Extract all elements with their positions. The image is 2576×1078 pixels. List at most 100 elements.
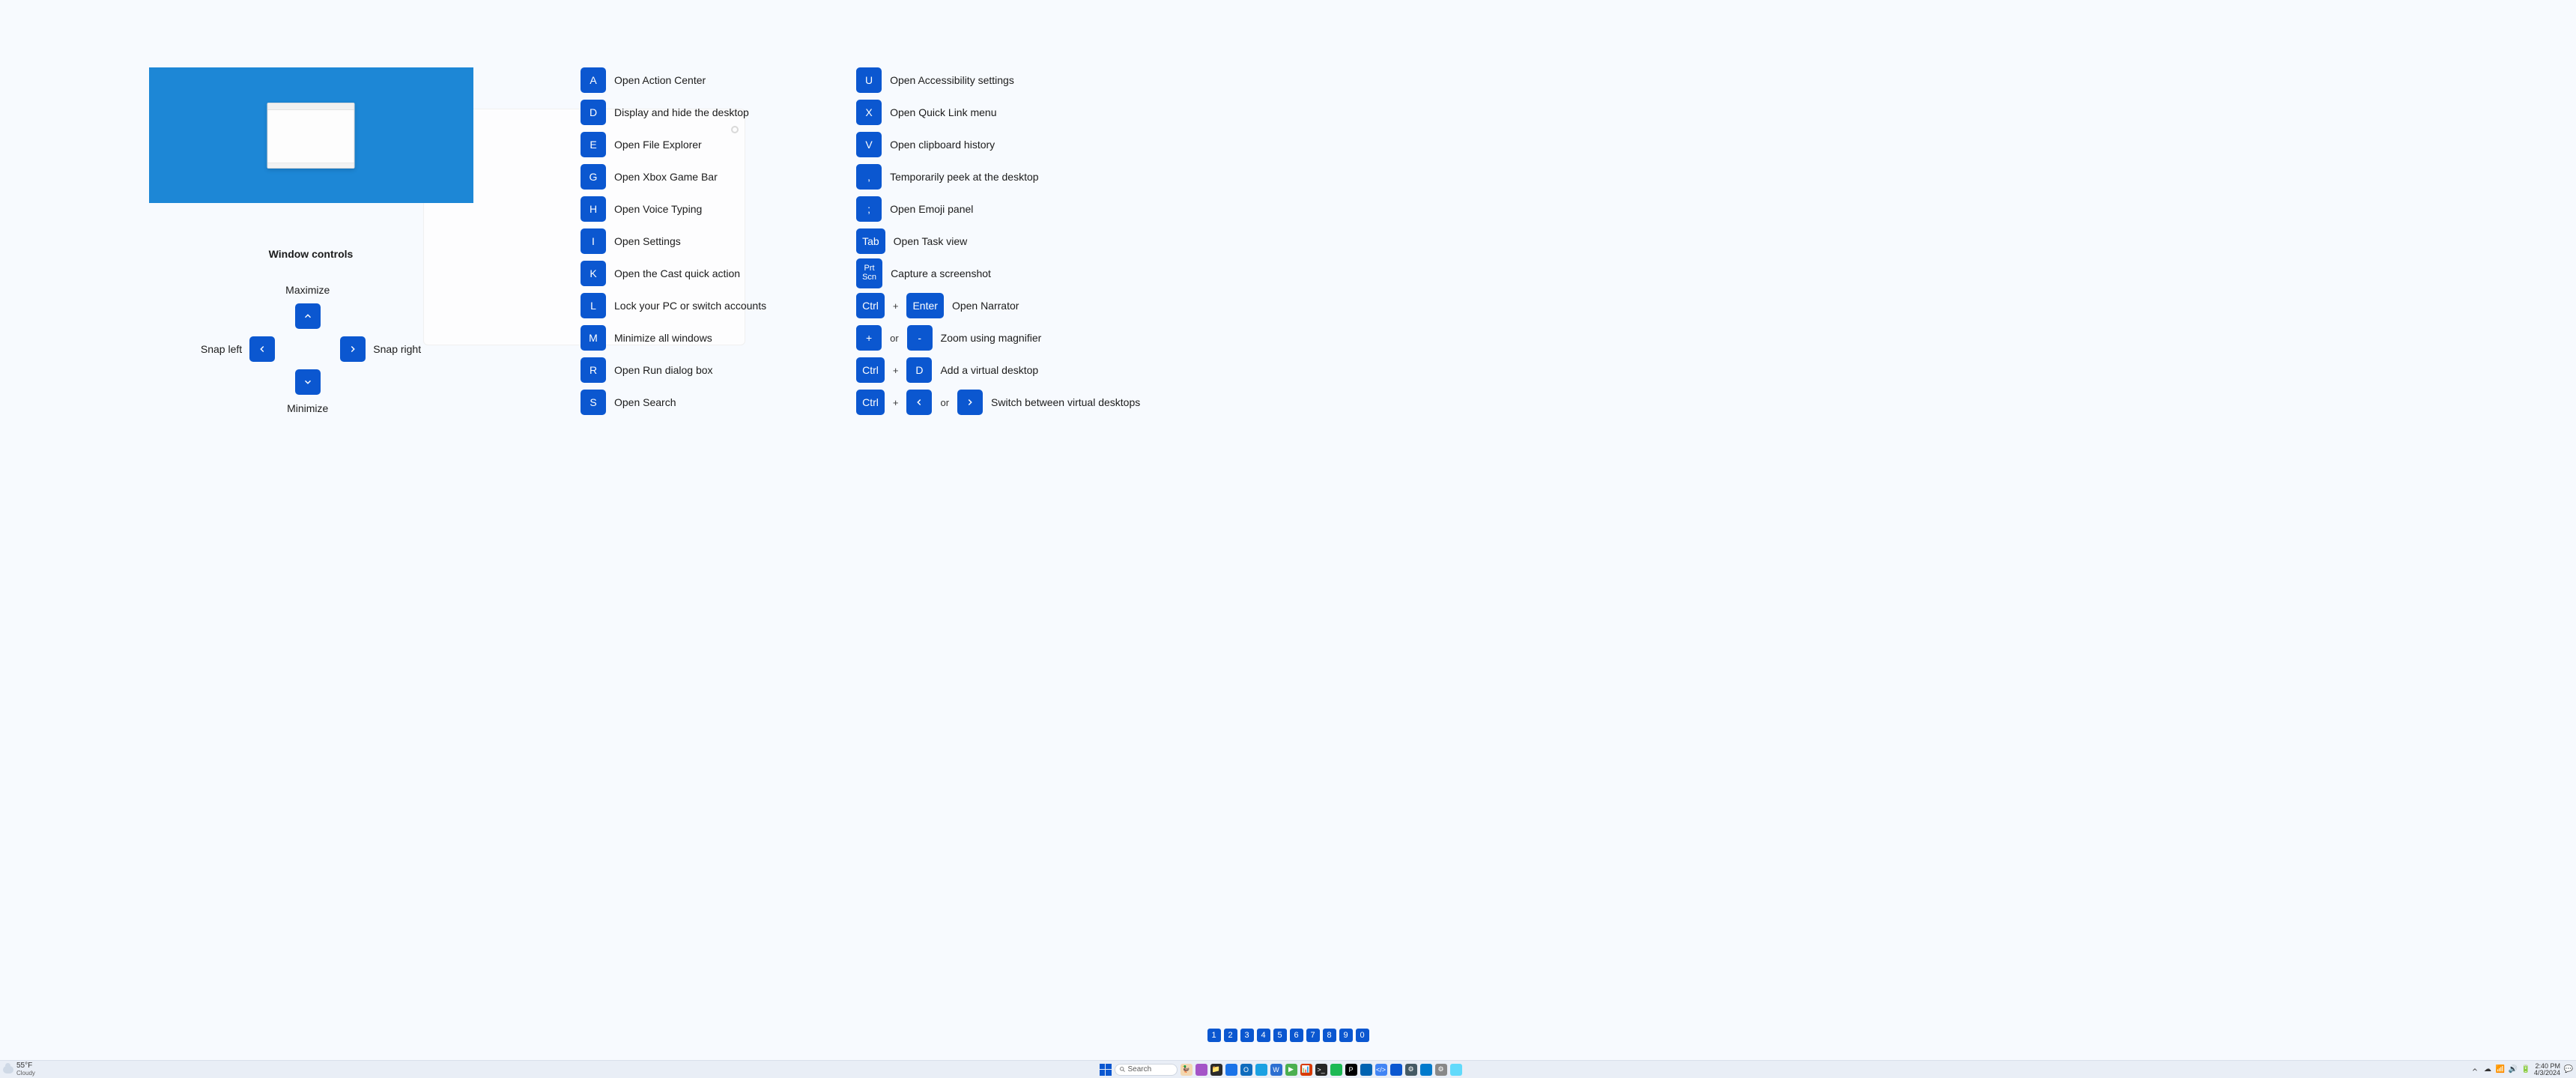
onedrive-icon[interactable]: ☁: [2483, 1065, 2492, 1074]
shortcut-description: Open Accessibility settings: [890, 74, 1014, 86]
search-placeholder: Search: [1128, 1065, 1152, 1074]
shortcut-description: Open clipboard history: [890, 139, 995, 151]
shortcut-row: TabOpen Task view: [856, 228, 1140, 254]
arrow-down-key: [295, 369, 321, 395]
shortcut-row: Ctrl+DAdd a virtual desktop: [856, 357, 1140, 383]
taskbar-app-powerpoint[interactable]: 📊: [1300, 1064, 1312, 1076]
taskbar-app-react[interactable]: [1450, 1064, 1462, 1076]
keycap: V: [856, 132, 882, 157]
shortcut-description: Temporarily peek at the desktop: [890, 171, 1038, 183]
keycap: -: [907, 325, 933, 351]
taskbar-app-vscode[interactable]: [1420, 1064, 1432, 1076]
taskbar-app-clipchamp[interactable]: [1195, 1064, 1207, 1076]
pager-dot[interactable]: 9: [1339, 1029, 1353, 1042]
shortcut-row: PrtScnCapture a screenshot: [856, 261, 1140, 286]
keycap: Ctrl: [856, 390, 885, 415]
taskbar-app-whiteboard[interactable]: [1390, 1064, 1402, 1076]
volume-icon[interactable]: 🔊: [2509, 1065, 2518, 1074]
taskbar-app-gear[interactable]: ⚙: [1435, 1064, 1447, 1076]
pager-dot[interactable]: 5: [1273, 1029, 1287, 1042]
start-button[interactable]: [1100, 1064, 1112, 1076]
taskbar-app-edge[interactable]: [1225, 1064, 1237, 1076]
taskbar-app-store[interactable]: [1360, 1064, 1372, 1076]
taskbar-search[interactable]: Search: [1115, 1064, 1178, 1076]
taskbar-app-publisher[interactable]: P: [1345, 1064, 1357, 1076]
keycap: U: [856, 67, 882, 93]
pager-dot[interactable]: 3: [1240, 1029, 1254, 1042]
taskbar-app-outlook[interactable]: O: [1240, 1064, 1252, 1076]
keycap: ,: [856, 164, 882, 190]
taskbar-app-devtools[interactable]: </>: [1375, 1064, 1387, 1076]
pager-dot[interactable]: 4: [1257, 1029, 1270, 1042]
shortcut-row: MMinimize all windows: [581, 325, 766, 351]
system-tray[interactable]: ☁ 📶 🔊 🔋 2:40 PM4/3/2024 💬: [2438, 1063, 2573, 1077]
pager-dot[interactable]: 0: [1356, 1029, 1369, 1042]
weather-widget[interactable]: 55°F Cloudy: [3, 1062, 123, 1077]
taskbar[interactable]: 55°F Cloudy Search 🦆 📁 O W▶📊>_ P </> ⚙ ⚙ ☁ 📶 🔊 …: [0, 1060, 2576, 1078]
keycap: K: [581, 261, 606, 286]
battery-icon[interactable]: 🔋: [2521, 1065, 2530, 1074]
shortcut-description: Lock your PC or switch accounts: [614, 300, 766, 312]
key-separator: +: [893, 300, 899, 312]
taskbar-app-word[interactable]: W: [1270, 1064, 1282, 1076]
network-icon[interactable]: 📶: [2496, 1065, 2505, 1074]
weather-temp: 55°F: [16, 1062, 32, 1070]
pager-dot[interactable]: 2: [1224, 1029, 1237, 1042]
shortcut-description: Switch between virtual desktops: [991, 396, 1140, 408]
keycap: A: [581, 67, 606, 93]
pager-dot[interactable]: 6: [1290, 1029, 1303, 1042]
pager-dot[interactable]: 8: [1323, 1029, 1336, 1042]
shortcut-description: Open Run dialog box: [614, 364, 713, 376]
arrow-right-key: [340, 336, 366, 362]
mini-window-illustration: [267, 103, 355, 169]
taskbar-app-settings[interactable]: ⚙: [1405, 1064, 1417, 1076]
keycap: S: [581, 390, 606, 415]
chevron-up-icon[interactable]: [2470, 1065, 2479, 1074]
pager-dot[interactable]: 7: [1306, 1029, 1320, 1042]
taskbar-app-duck[interactable]: 🦆: [1181, 1064, 1192, 1076]
shortcut-description: Open Action Center: [614, 74, 706, 86]
snap-left-label: Snap left: [201, 343, 242, 355]
arrow-up-key: [295, 303, 321, 329]
weather-desc: Cloudy: [16, 1070, 35, 1077]
shortcut-row: Ctrl + or Switch between virtual desktops: [856, 390, 1140, 415]
keycap: Ctrl: [856, 293, 885, 318]
keycap: X: [856, 100, 882, 125]
page-indicator[interactable]: 1234567890: [1207, 1029, 1369, 1042]
shortcut-row: D Display and hide the desktop: [581, 100, 766, 125]
keycap: H: [581, 196, 606, 222]
shortcut-description: Display and hide the desktop: [614, 106, 749, 118]
shortcut-row: IOpen Settings: [581, 228, 766, 254]
keycap: D: [581, 100, 606, 125]
notifications-icon[interactable]: 💬: [2564, 1065, 2573, 1074]
shortcut-row: ROpen Run dialog box: [581, 357, 766, 383]
shortcut-description: Open Xbox Game Bar: [614, 171, 718, 183]
keycap: I: [581, 228, 606, 254]
shortcut-row: KOpen the Cast quick action: [581, 261, 766, 286]
taskbar-app-terminal[interactable]: >_: [1315, 1064, 1327, 1076]
keycap: +: [856, 325, 882, 351]
clock[interactable]: 2:40 PM4/3/2024: [2534, 1063, 2560, 1077]
key-separator: +: [893, 397, 899, 408]
shortcut-description: Open Search: [614, 396, 676, 408]
taskbar-app-media[interactable]: ▶: [1285, 1064, 1297, 1076]
shortcut-description: Zoom using magnifier: [941, 332, 1042, 344]
shortcut-row: GOpen Xbox Game Bar: [581, 164, 766, 190]
shortcut-row: XOpen Quick Link menu: [856, 100, 1140, 125]
keycap: [906, 390, 932, 415]
snap-right-label: Snap right: [373, 343, 421, 355]
key-separator: or: [940, 397, 949, 408]
taskbar-app-spotify[interactable]: [1330, 1064, 1342, 1076]
keycap: E: [581, 132, 606, 157]
shortcut-row: V Open clipboard history: [856, 132, 1140, 157]
taskbar-app-explorer[interactable]: 📁: [1210, 1064, 1222, 1076]
pager-dot[interactable]: 1: [1207, 1029, 1221, 1042]
keycap: PrtScn: [856, 258, 882, 288]
taskbar-app-photos[interactable]: [1255, 1064, 1267, 1076]
shortcut-row: S Open Search: [581, 390, 766, 415]
shortcut-row: HOpen Voice Typing: [581, 196, 766, 222]
shortcut-description: Add a virtual desktop: [940, 364, 1038, 376]
shortcut-row: EOpen File Explorer: [581, 132, 766, 157]
hero-illustration: [149, 67, 473, 203]
key-separator: or: [890, 333, 899, 344]
